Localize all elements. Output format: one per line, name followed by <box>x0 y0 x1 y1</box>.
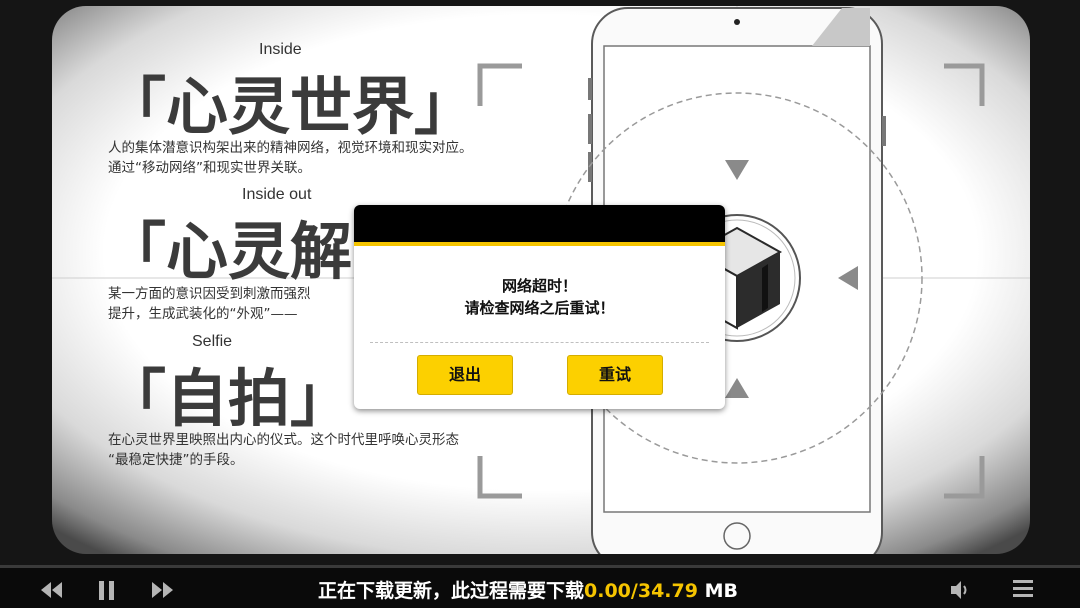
menu-icon[interactable] <box>1012 578 1034 600</box>
rewind-icon[interactable] <box>40 579 64 601</box>
download-status-text: 正在下载更新，此过程需要下载0.00/34.79 MB <box>318 576 738 603</box>
dialog-divider <box>370 342 709 343</box>
title-inside-desc-1: 人的集体潜意识构架出来的精神网络，视觉环境和现实对应。 <box>108 140 473 156</box>
exit-button[interactable]: 退出 <box>417 355 513 395</box>
title-insideout-zh: 「心灵解 <box>104 215 353 288</box>
status-prefix: 正在下载更新，此过程需要下载 <box>318 580 585 602</box>
retry-button[interactable]: 重试 <box>567 355 663 395</box>
downloaded-size: 0.00 <box>584 580 631 602</box>
download-status-bar: 正在下载更新，此过程需要下载0.00/34.79 MB <box>0 565 1080 608</box>
size-separator: / <box>630 580 638 602</box>
title-selfie-zh: 「自拍」 <box>104 362 353 435</box>
pause-icon[interactable] <box>96 579 118 601</box>
fast-forward-icon[interactable] <box>150 579 174 601</box>
volume-icon[interactable] <box>948 578 972 602</box>
title-selfie-desc-1: 在心灵世界里映照出内心的仪式。这个时代里呼唤心灵形态 <box>108 432 459 448</box>
dialog-message-line1: 网络超时！ <box>501 277 577 295</box>
title-insideout-desc-1: 某一方面的意识因受到刺激而强烈 <box>108 286 311 302</box>
dialog-message-line2: 请检查网络之后重试！ <box>464 299 615 317</box>
network-timeout-dialog: 网络超时！ 请检查网络之后重试！ 退出 重试 <box>354 205 725 409</box>
dialog-header <box>354 205 725 246</box>
title-inside-desc-2: 通过“移动网络”和现实世界关联。 <box>108 160 311 176</box>
loading-screen: Inside 「心灵世界」 人的集体潜意识构架出来的精神网络，视觉环境和现实对应… <box>0 0 1080 565</box>
size-unit: MB <box>697 580 738 602</box>
total-size: 34.79 <box>637 580 698 602</box>
title-insideout-desc-2: 提升，生成武装化的“外观”—— <box>108 306 298 322</box>
title-inside-zh: 「心灵世界」 <box>104 70 477 143</box>
title-selfie-desc-2: “最稳定快捷”的手段。 <box>108 452 244 468</box>
